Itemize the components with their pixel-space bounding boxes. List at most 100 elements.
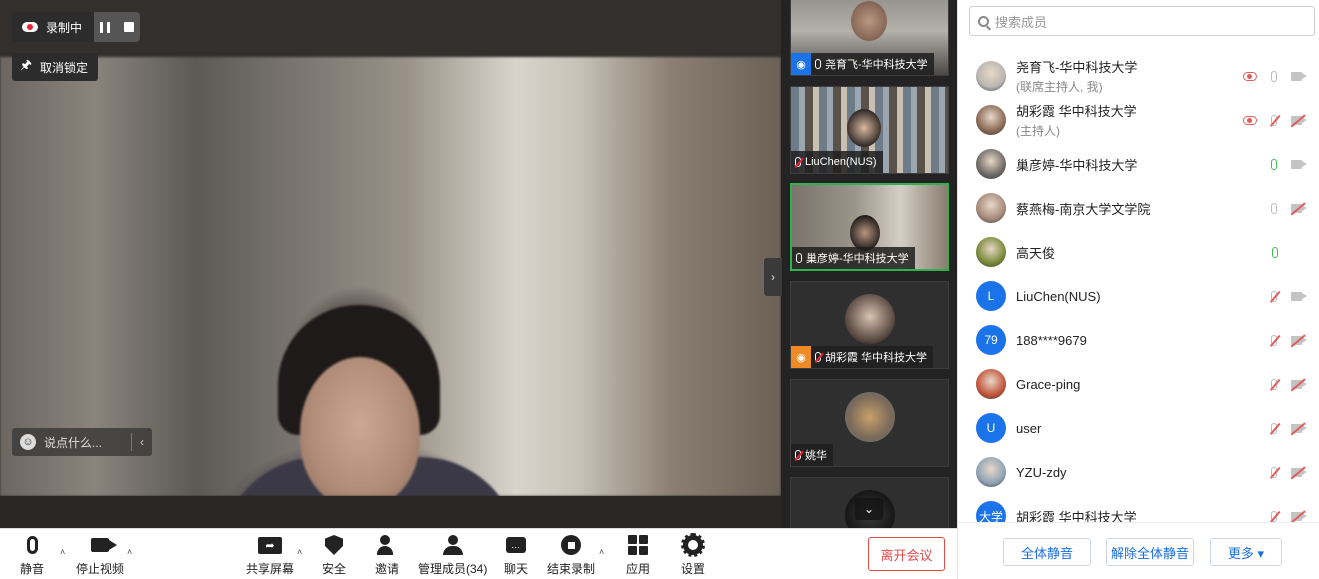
mic-muted-icon[interactable]: [1271, 334, 1277, 346]
member-row[interactable]: L LiuChen(NUS): [958, 274, 1319, 318]
unmute-all-button[interactable]: 解除全体静音: [1106, 538, 1194, 566]
member-row[interactable]: 胡彩霞 华中科技大学 (主持人): [958, 98, 1319, 142]
apps-button[interactable]: 应用: [626, 533, 650, 577]
member-list[interactable]: 尧育飞-华中科技大学 (联席主持人, 我) 胡彩霞 华中科技大学 (主持人) 巢彦婷-华…: [958, 54, 1319, 522]
member-avatar: [976, 105, 1006, 135]
thumbnail-strip[interactable]: ◉ 尧育飞-华中科技大学 LiuChen(NUS) 巢彦婷-华中科技大学 ◉ 胡…: [781, 0, 957, 528]
mic-icon[interactable]: [1271, 202, 1277, 214]
member-search-input[interactable]: 搜索成员: [969, 6, 1315, 36]
mic-muted-icon[interactable]: [1271, 422, 1277, 434]
member-names: 蔡燕梅-南京大学文学院: [1016, 199, 1150, 218]
thumbnail-tile[interactable]: ◉ 胡彩霞 华中科技大学: [790, 281, 949, 369]
security-button[interactable]: 安全: [322, 533, 346, 577]
microphone-icon: [26, 536, 38, 554]
stop-record-icon: [561, 535, 581, 555]
member-row[interactable]: 尧育飞-华中科技大学 (联席主持人, 我): [958, 54, 1319, 98]
video-options-caret[interactable]: ˄: [127, 547, 132, 557]
member-status-icons: [1267, 422, 1307, 434]
member-name: user: [1016, 420, 1042, 436]
recording-label: 录制中: [46, 20, 83, 35]
divider: [131, 433, 132, 451]
recording-icon: [1243, 71, 1257, 81]
pause-recording-icon[interactable]: [100, 21, 111, 33]
mic-icon[interactable]: [1271, 158, 1277, 170]
member-row[interactable]: YZU-zdy: [958, 450, 1319, 494]
members-panel: 搜索成员 尧育飞-华中科技大学 (联席主持人, 我) 胡彩霞 华中科技大学 (主持人)…: [957, 0, 1319, 579]
end-recording-button[interactable]: 结束录制: [547, 533, 595, 577]
member-avatar: [976, 61, 1006, 91]
camera-icon: [91, 538, 117, 552]
member-row[interactable]: 79 188****9679: [958, 318, 1319, 362]
member-row[interactable]: 巢彦婷-华中科技大学: [958, 142, 1319, 186]
camera-off-icon[interactable]: [1291, 335, 1307, 345]
chat-label: 聊天: [504, 562, 529, 576]
member-row[interactable]: 蔡燕梅-南京大学文学院: [958, 186, 1319, 230]
camera-off-icon[interactable]: [1291, 511, 1307, 521]
camera-icon[interactable]: [1291, 291, 1307, 301]
member-status-icons: [1267, 510, 1307, 522]
member-names: 高天俊: [1016, 243, 1055, 262]
invite-button[interactable]: 邀请: [375, 533, 399, 577]
member-name: 188****9679: [1016, 332, 1087, 348]
speaker-face: [300, 357, 420, 496]
mic-muted-icon[interactable]: [1271, 378, 1277, 390]
camera-off-icon[interactable]: [1291, 467, 1307, 477]
stop-recording-icon[interactable]: [124, 22, 135, 32]
thumbnail-label: 巢彦婷-华中科技大学: [792, 247, 915, 269]
more-button[interactable]: 更多 ▾: [1210, 538, 1282, 566]
unpin-label: 取消锁定: [40, 60, 89, 75]
share-screen-button[interactable]: ➦ 共享屏幕: [246, 533, 294, 577]
thumbnail-label: ◉ 胡彩霞 华中科技大学: [791, 346, 934, 368]
cloud-record-icon: [22, 22, 38, 32]
chat-button[interactable]: … 聊天: [504, 533, 528, 577]
chevron-left-icon[interactable]: ‹: [140, 435, 144, 449]
member-row[interactable]: Uuser: [958, 406, 1319, 450]
participant-avatar: [845, 294, 895, 344]
member-names: 巢彦婷-华中科技大学: [1016, 155, 1137, 174]
main-video[interactable]: 录制中 🖈 取消锁定 ☺ 说点什么... ‹: [0, 0, 781, 528]
camera-icon[interactable]: [1291, 71, 1307, 81]
mic-muted-icon[interactable]: [1271, 510, 1277, 522]
mic-icon[interactable]: [1271, 70, 1277, 82]
members-panel-footer: 全体静音 解除全体静音 更多 ▾: [958, 522, 1319, 579]
thumbnail-tile-active[interactable]: 巢彦婷-华中科技大学: [790, 183, 949, 271]
member-status-icons: [1267, 466, 1307, 478]
collapse-thumbnails-button[interactable]: ›: [764, 258, 782, 296]
search-placeholder: 搜索成员: [995, 14, 1048, 30]
camera-off-icon[interactable]: [1291, 423, 1307, 433]
mic-icon[interactable]: [1272, 246, 1278, 258]
emoji-icon[interactable]: ☺: [20, 434, 36, 450]
chevron-down-icon[interactable]: ⌄: [855, 498, 883, 520]
thumbnail-tile[interactable]: ◉ 尧育飞-华中科技大学: [790, 0, 949, 76]
mic-muted-icon[interactable]: [1271, 290, 1277, 302]
thumbnail-tile[interactable]: 姚华: [790, 379, 949, 467]
member-name: 蔡燕梅-南京大学文学院: [1016, 201, 1151, 217]
mute-all-button[interactable]: 全体静音: [1003, 538, 1091, 566]
camera-off-icon[interactable]: [1291, 379, 1307, 389]
mute-options-caret[interactable]: ˄: [60, 547, 65, 557]
member-avatar: L: [976, 281, 1006, 311]
camera-off-icon[interactable]: [1291, 115, 1307, 125]
thumbnail-label: ◉ 尧育飞-华中科技大学: [791, 53, 934, 75]
thumbnail-tile[interactable]: LiuChen(NUS): [790, 86, 949, 174]
mic-muted-icon[interactable]: [1271, 114, 1277, 126]
member-names: 胡彩霞 华中科技大学 (主持人): [1016, 101, 1137, 139]
camera-icon[interactable]: [1291, 159, 1307, 169]
settings-button[interactable]: 设置: [681, 533, 705, 577]
quick-chat-input[interactable]: ☺ 说点什么... ‹: [12, 428, 152, 456]
stop-video-button[interactable]: 停止视频: [76, 533, 124, 577]
mute-button[interactable]: 静音: [20, 533, 44, 577]
member-row[interactable]: Grace-ping: [958, 362, 1319, 406]
share-options-caret[interactable]: ˄: [297, 547, 302, 557]
recording-options-caret[interactable]: ˄: [599, 547, 604, 557]
leave-meeting-button[interactable]: 离开会议: [868, 537, 945, 571]
member-avatar: [976, 237, 1006, 267]
camera-off-icon[interactable]: [1291, 203, 1307, 213]
member-row[interactable]: 大学 胡彩霞 华中科技大学: [958, 494, 1319, 522]
manage-members-button[interactable]: 管理成员(34): [418, 533, 487, 577]
member-avatar: 大学: [976, 501, 1006, 522]
member-status-icons: [1267, 158, 1307, 170]
unpin-button[interactable]: 🖈 取消锁定: [12, 53, 99, 81]
mic-muted-icon[interactable]: [1271, 466, 1277, 478]
member-row[interactable]: 高天俊: [958, 230, 1319, 274]
